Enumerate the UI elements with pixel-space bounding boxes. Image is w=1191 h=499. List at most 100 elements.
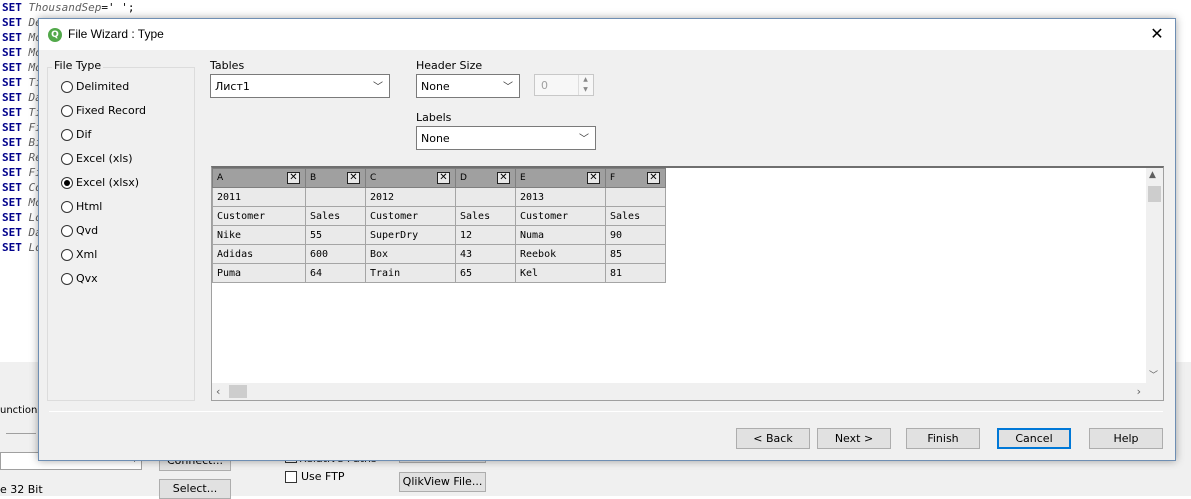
table-row: Customer Sales Customer Sales Customer Sales xyxy=(212,206,666,226)
table-cell: 65 xyxy=(455,263,516,283)
use-ftp-label: Use FTP xyxy=(301,470,345,483)
column-header[interactable]: F ✕ xyxy=(605,168,666,188)
keyword: SET xyxy=(2,106,22,119)
tables-label: Tables xyxy=(210,59,245,72)
close-icon[interactable]: ✕ xyxy=(1145,23,1169,45)
table-cell: Sales xyxy=(455,206,516,226)
table-cell: 12 xyxy=(455,225,516,245)
scroll-right-icon[interactable]: › xyxy=(1137,385,1141,398)
header-size-label: Header Size xyxy=(416,59,483,72)
radio-button[interactable] xyxy=(61,81,73,93)
keyword: SET xyxy=(2,166,22,179)
table-cell: Customer xyxy=(212,206,306,226)
column-header[interactable]: D ✕ xyxy=(455,168,516,188)
remove-column-icon[interactable]: ✕ xyxy=(497,172,510,184)
functions-tab[interactable]: unctions xyxy=(0,403,43,419)
radio-button[interactable] xyxy=(61,201,73,213)
table-cell: Box xyxy=(365,244,456,264)
tables-value: Лист1 xyxy=(215,80,250,93)
table-cell: Puma xyxy=(212,263,306,283)
scroll-left-icon[interactable]: ‹ xyxy=(216,385,220,398)
remove-column-icon[interactable]: ✕ xyxy=(347,172,360,184)
radio-button[interactable] xyxy=(61,153,73,165)
table-row: 2011 2012 2013 xyxy=(212,187,666,207)
remove-column-icon[interactable]: ✕ xyxy=(437,172,450,184)
file-wizard-dialog: Q File Wizard : Type ✕ File Type Delimit… xyxy=(38,18,1176,461)
column-header[interactable]: C ✕ xyxy=(365,168,456,188)
table-cell: 2012 xyxy=(365,187,456,207)
horizontal-scroll-thumb[interactable] xyxy=(229,385,247,398)
column-letter: B xyxy=(310,173,317,183)
table-cell: Kel xyxy=(515,263,606,283)
scroll-down-icon[interactable]: ﹀ xyxy=(1149,368,1158,381)
code-line: SET Ti xyxy=(2,75,42,90)
vertical-scroll-thumb[interactable] xyxy=(1148,186,1161,202)
scroll-up-icon[interactable]: ▲ xyxy=(1149,170,1156,180)
remove-column-icon[interactable]: ✕ xyxy=(587,172,600,184)
chevron-down-icon: ﹀ xyxy=(579,134,589,145)
code-line: SET ThousandSep=' '; xyxy=(2,0,134,15)
dialog-titlebar[interactable]: Q File Wizard : Type ✕ xyxy=(39,19,1175,50)
back-button[interactable]: < Back xyxy=(736,428,810,449)
remove-column-icon[interactable]: ✕ xyxy=(647,172,660,184)
column-header[interactable]: B ✕ xyxy=(305,168,366,188)
table-cell: Numa xyxy=(515,225,606,245)
radio-button[interactable] xyxy=(61,249,73,261)
qlikview-app-icon: Q xyxy=(48,28,62,42)
radio-button[interactable] xyxy=(61,273,73,285)
labels-value: None xyxy=(421,132,450,145)
keyword: SET xyxy=(2,226,22,239)
bit-label: e 32 Bit xyxy=(0,483,43,496)
tables-dropdown[interactable]: Лист1 ﹀ xyxy=(210,74,390,98)
radio-label: Html xyxy=(76,200,103,213)
code-line: SET Mo xyxy=(2,45,42,60)
keyword: SET xyxy=(2,196,22,209)
finish-button[interactable]: Finish xyxy=(906,428,980,449)
table-cell: 2013 xyxy=(515,187,606,207)
header-size-dropdown[interactable]: None ﹀ xyxy=(416,74,520,98)
use-ftp-checkbox[interactable] xyxy=(285,471,297,483)
table-cell: 43 xyxy=(455,244,516,264)
table-row: Puma 64 Train 65 Kel 81 xyxy=(212,263,666,283)
radio-button[interactable] xyxy=(61,225,73,237)
dialog-title: File Wizard : Type xyxy=(68,27,164,41)
spinner-value: 0 xyxy=(541,79,548,92)
horizontal-scrollbar[interactable]: ‹ › xyxy=(212,383,1163,400)
table-cell: Nike xyxy=(212,225,306,245)
keyword: SET xyxy=(2,136,22,149)
code-line: SET Mo xyxy=(2,30,42,45)
labels-dropdown[interactable]: None ﹀ xyxy=(416,126,596,150)
keyword: SET xyxy=(2,46,22,59)
cancel-button[interactable]: Cancel xyxy=(997,428,1071,449)
keyword: SET xyxy=(2,211,22,224)
keyword: SET xyxy=(2,181,22,194)
radio-button[interactable] xyxy=(61,105,73,117)
column-header[interactable]: A ✕ xyxy=(212,168,306,188)
labels-label: Labels xyxy=(416,111,452,124)
radio-button[interactable] xyxy=(61,177,73,189)
next-button[interactable]: Next > xyxy=(817,428,891,449)
table-cell: 2011 xyxy=(212,187,306,207)
help-button[interactable]: Help xyxy=(1089,428,1163,449)
radio-button[interactable] xyxy=(61,129,73,141)
column-header[interactable]: E ✕ xyxy=(515,168,606,188)
qlikview-file-button[interactable]: QlikView File... xyxy=(399,472,486,492)
table-cell: 55 xyxy=(305,225,366,245)
preview-grid[interactable]: A ✕ B ✕ C ✕ D ✕ E ✕ F ✕ 2011 2012 2013 Customer Sales Cus… xyxy=(211,166,1164,401)
vertical-scrollbar[interactable]: ▲ ﹀ xyxy=(1146,168,1163,383)
code-line: SET Lo xyxy=(2,210,42,225)
radio-label: Excel (xlsx) xyxy=(76,176,140,189)
select-button[interactable]: Select... xyxy=(159,479,231,499)
keyword: SET xyxy=(2,76,22,89)
variable-name: ThousandSep xyxy=(28,1,102,14)
column-letter: F xyxy=(610,173,616,183)
code-line: SET Da xyxy=(2,90,42,105)
chevron-down-icon: ﹀ xyxy=(503,82,513,93)
table-cell: 600 xyxy=(305,244,366,264)
radio-label: Qvx xyxy=(76,272,98,285)
radio-label: Delimited xyxy=(76,80,130,93)
code-line: SET Mo xyxy=(2,60,42,75)
remove-column-icon[interactable]: ✕ xyxy=(287,172,300,184)
table-cell: Customer xyxy=(515,206,606,226)
spin-up-icon: ▲ xyxy=(578,75,592,85)
